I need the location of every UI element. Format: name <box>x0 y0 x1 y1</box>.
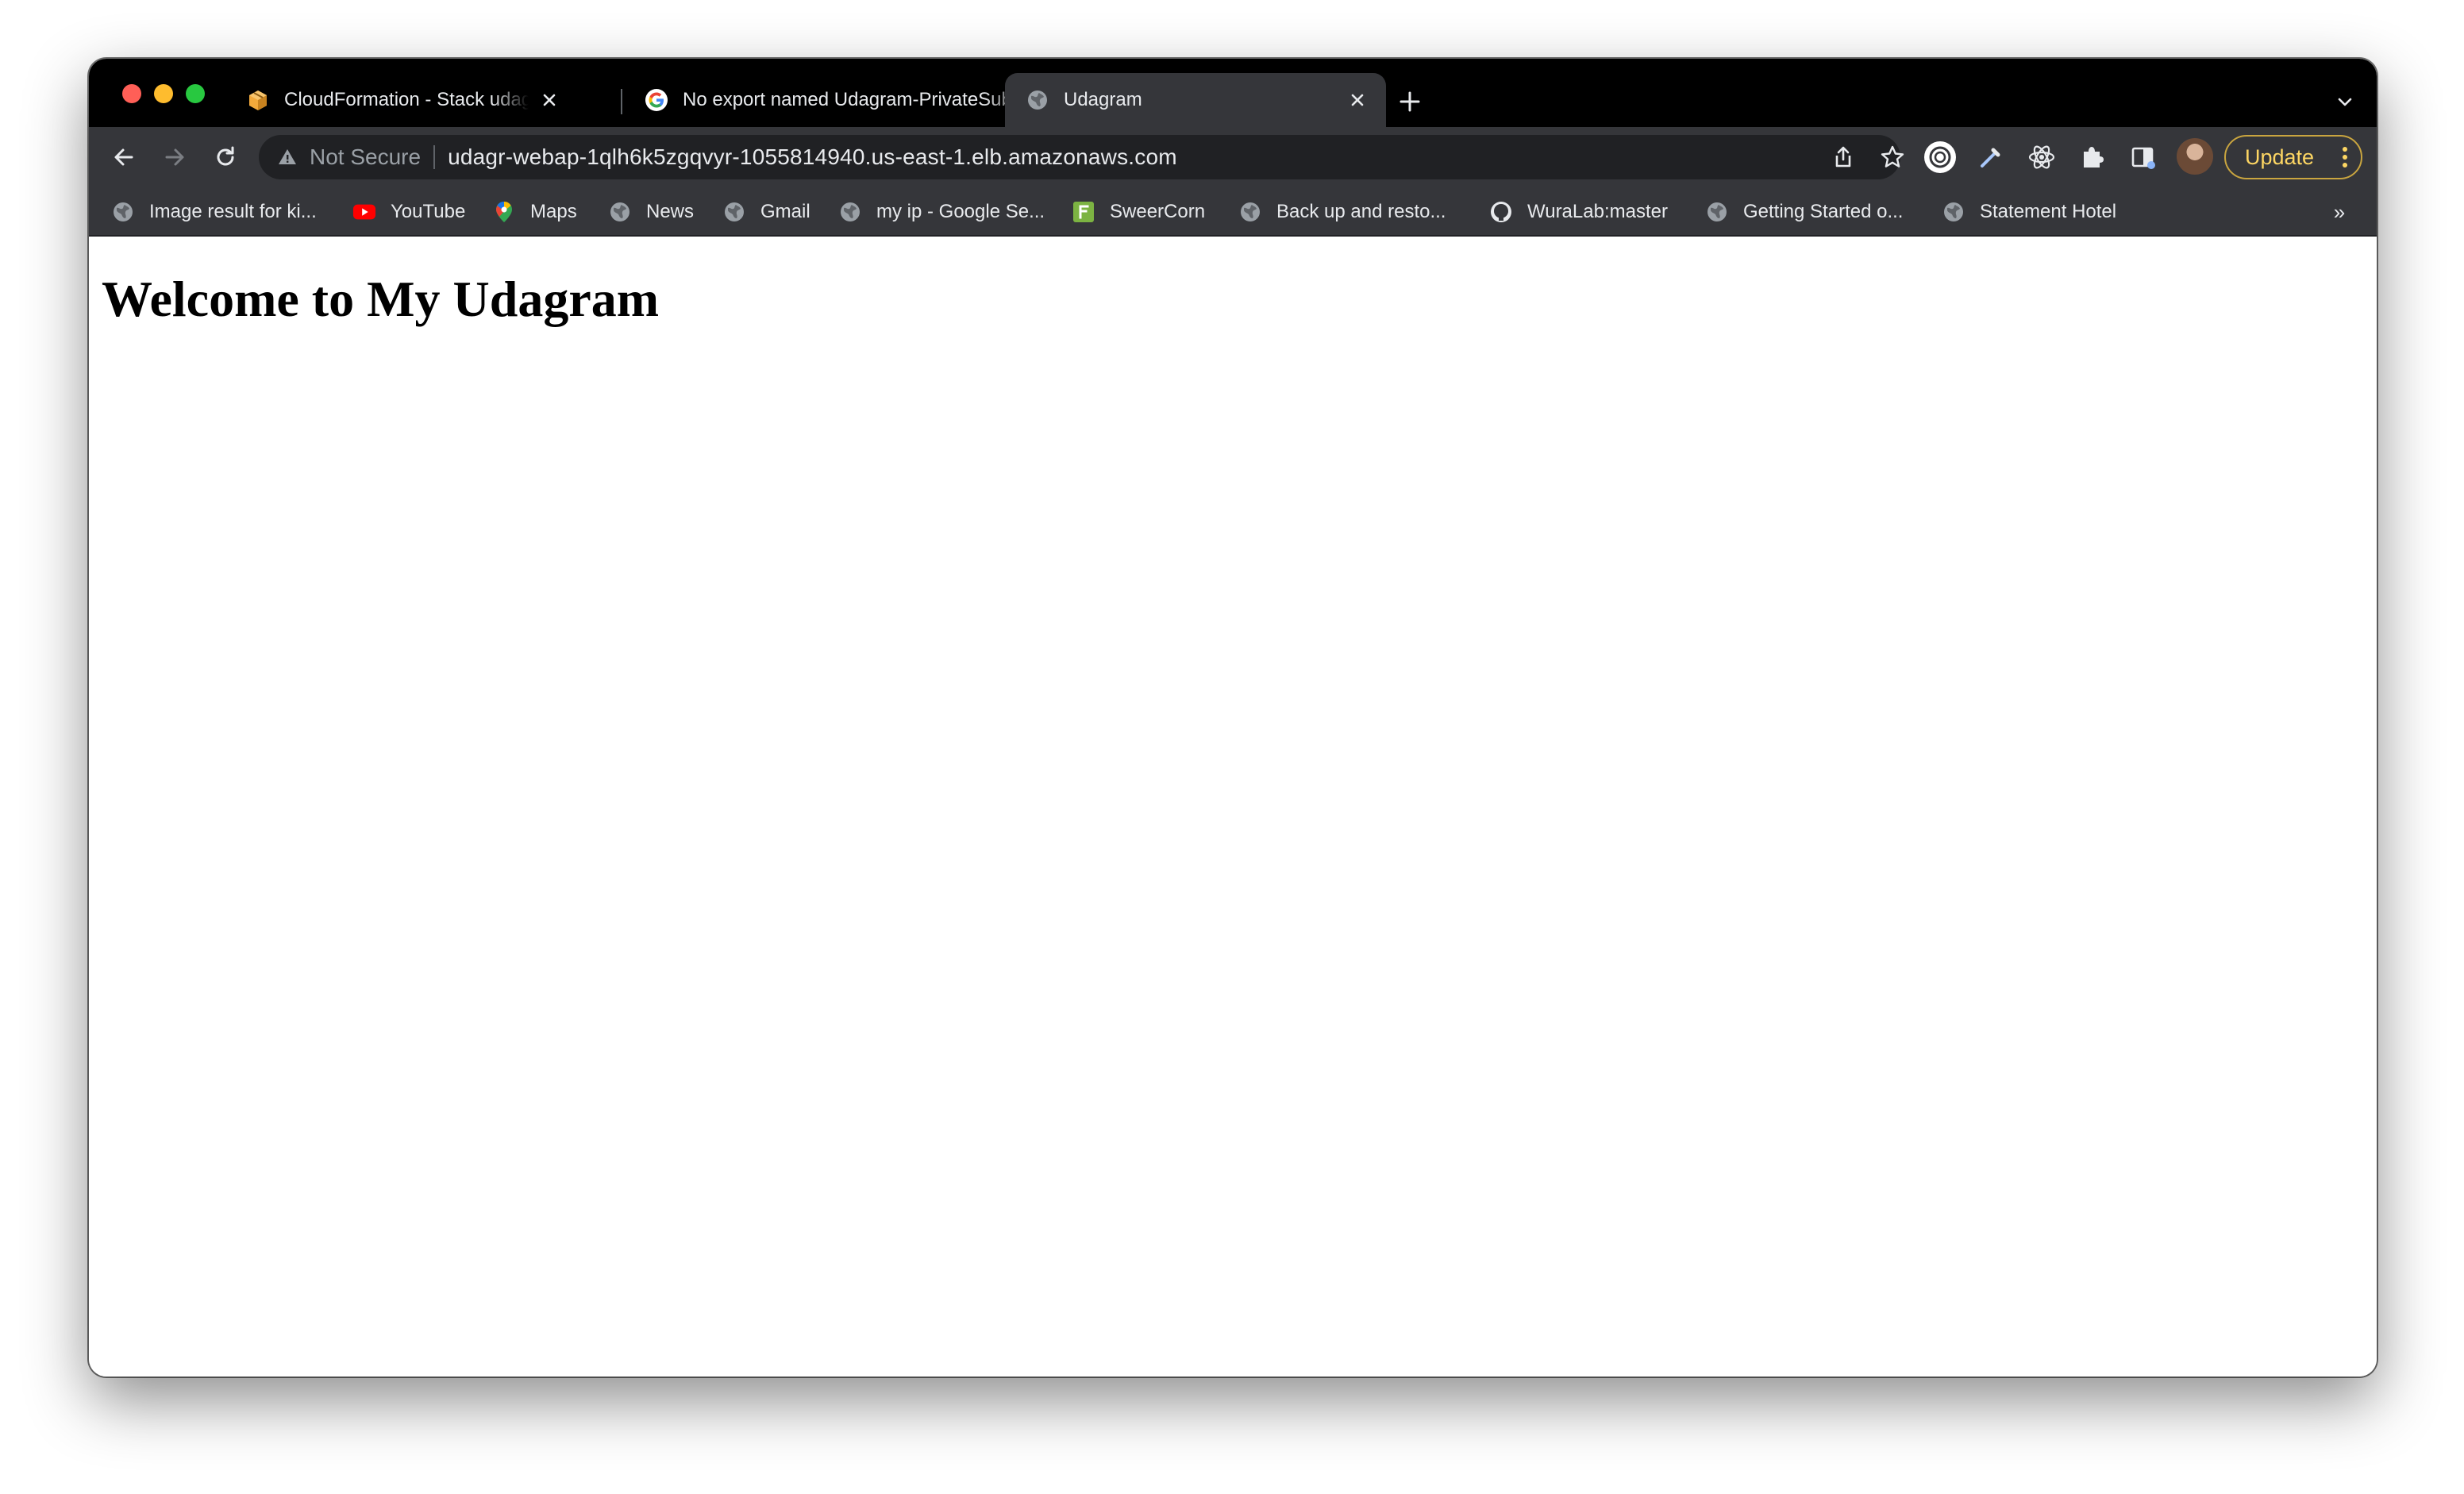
bookmarks-bar: Image result for ki... YouTube Maps News <box>89 187 2377 237</box>
reload-button[interactable] <box>210 141 241 173</box>
aws-cube-icon <box>246 88 270 112</box>
bookmark-label: News <box>646 201 695 222</box>
globe-icon <box>1942 200 1965 224</box>
not-secure-label[interactable]: Not Secure <box>310 144 421 170</box>
forward-button[interactable] <box>159 141 191 173</box>
profile-avatar[interactable] <box>2177 138 2213 175</box>
bookmark-my-ip[interactable]: my ip - Google Se... <box>838 197 1045 227</box>
tab-cloudformation[interactable]: CloudFormation - Stack udagram <box>225 73 578 127</box>
page-heading: Welcome to My Udagram <box>102 271 660 327</box>
globe-icon <box>1705 200 1729 224</box>
bookmark-label: SweerCorn <box>1110 201 1206 222</box>
url-text[interactable]: udagr-webap-1qlh6k5zgqvyr-1055814940.us-… <box>448 144 1177 170</box>
globe-icon <box>1026 88 1049 112</box>
github-icon <box>1489 200 1513 224</box>
minimize-window-button[interactable] <box>154 84 173 103</box>
browser-window: CloudFormation - Stack udagram No export… <box>89 59 2377 1377</box>
bookmarks-overflow-button[interactable]: » <box>2327 197 2351 227</box>
back-button[interactable] <box>108 141 140 173</box>
share-icon[interactable] <box>1829 143 1858 171</box>
omnibox-divider <box>433 145 436 169</box>
close-tab-icon[interactable] <box>1343 86 1372 114</box>
green-f-icon <box>1072 200 1095 224</box>
tab-title: No export named Udagram-PrivateSubnets <box>683 89 1035 110</box>
bookmark-label: Maps <box>530 201 577 222</box>
bookmark-sweercorn[interactable]: SweerCorn <box>1072 197 1205 227</box>
bookmark-gmail[interactable]: Gmail <box>722 197 810 227</box>
bookmark-label: Image result for ki... <box>149 201 317 222</box>
extension-circle-icon[interactable] <box>1923 140 1958 175</box>
bookmark-back-up[interactable]: Back up and resto... <box>1238 197 1446 227</box>
bookmark-label: Getting Started o... <box>1743 201 1904 222</box>
tab-title: CloudFormation - Stack udagram <box>284 89 529 110</box>
maps-pin-icon <box>492 200 516 224</box>
globe-icon <box>608 200 632 224</box>
update-button[interactable]: Update <box>2224 135 2362 179</box>
react-devtools-icon[interactable] <box>2024 140 2059 175</box>
bookmark-label: WuraLab:master <box>1527 201 1668 222</box>
zoom-window-button[interactable] <box>186 84 205 103</box>
side-panel-icon[interactable] <box>2126 140 2161 175</box>
globe-icon <box>838 200 862 224</box>
google-g-icon <box>645 88 668 112</box>
globe-icon <box>1238 200 1262 224</box>
new-tab-button[interactable] <box>1394 86 1426 117</box>
bookmark-label: my ip - Google Se... <box>876 201 1045 222</box>
bookmark-wuralab[interactable]: WuraLab:master <box>1489 197 1668 227</box>
tab-title: Udagram <box>1064 89 1142 110</box>
browser-toolbar: Not Secure udagr-webap-1qlh6k5zgqvyr-105… <box>89 127 2377 187</box>
close-tab-icon[interactable] <box>535 86 564 114</box>
warning-triangle-icon[interactable] <box>276 146 298 168</box>
extensions-puzzle-icon[interactable] <box>2075 140 2110 175</box>
bookmark-star-icon[interactable] <box>1878 143 1907 171</box>
youtube-icon <box>352 200 376 224</box>
tab-strip: CloudFormation - Stack udagram No export… <box>89 59 2377 127</box>
bookmark-statement-hotel[interactable]: Statement Hotel <box>1942 197 2116 227</box>
bookmark-image-result[interactable]: Image result for ki... <box>111 197 317 227</box>
tab-search-chevron-icon[interactable] <box>2331 87 2359 116</box>
eyedropper-icon[interactable] <box>1973 140 2008 175</box>
bookmark-label: Back up and resto... <box>1276 201 1446 222</box>
bookmark-getting-started[interactable]: Getting Started o... <box>1705 197 1903 227</box>
bookmark-news[interactable]: News <box>608 197 694 227</box>
bookmark-label: Gmail <box>760 201 810 222</box>
bookmark-label: YouTube <box>391 201 466 222</box>
kebab-menu-icon[interactable] <box>2342 145 2348 169</box>
address-bar[interactable]: Not Secure udagr-webap-1qlh6k5zgqvyr-105… <box>259 135 1904 179</box>
tab-separator <box>621 89 622 114</box>
close-window-button[interactable] <box>122 84 141 103</box>
update-label: Update <box>2245 144 2315 169</box>
bookmark-label: Statement Hotel <box>1980 201 2117 222</box>
page-viewport: Welcome to My Udagram <box>89 237 2377 1377</box>
bookmark-youtube[interactable]: YouTube <box>352 197 465 227</box>
bookmark-maps[interactable]: Maps <box>492 197 577 227</box>
tab-udagram[interactable]: Udagram <box>1005 73 1386 127</box>
globe-icon <box>722 200 746 224</box>
globe-icon <box>111 200 135 224</box>
